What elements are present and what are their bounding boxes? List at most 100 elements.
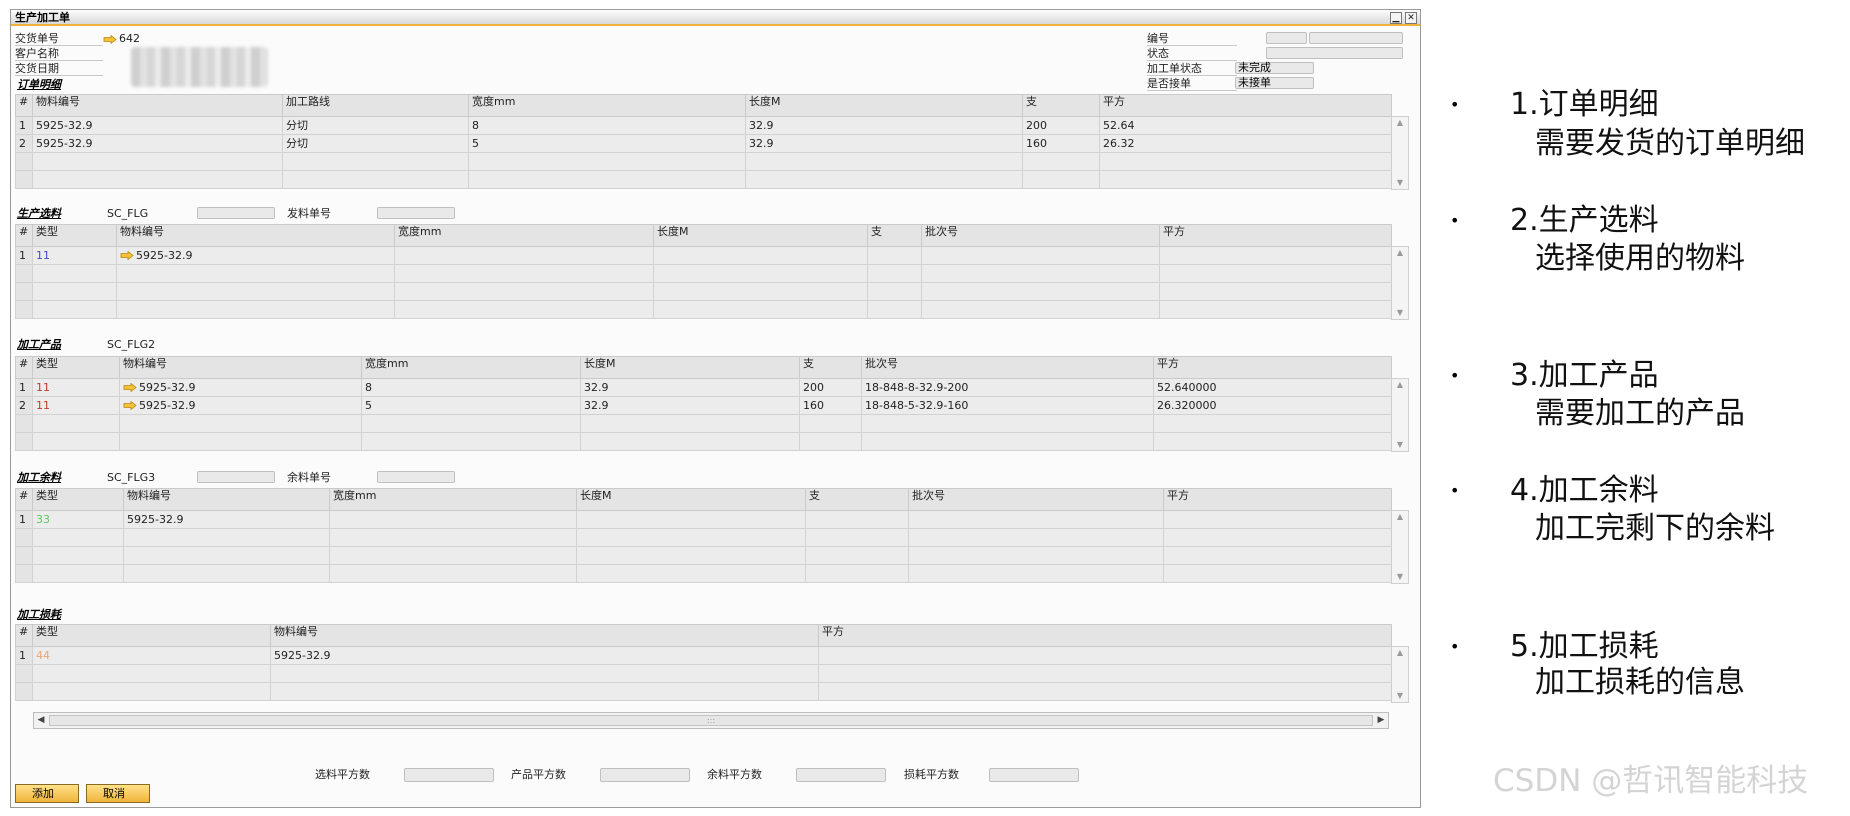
- process-status-field[interactable]: 未完成: [1235, 62, 1314, 74]
- table-row[interactable]: [15, 282, 1392, 301]
- column-header[interactable]: 物料编号: [119, 356, 362, 379]
- pieces-cell[interactable]: [867, 246, 922, 265]
- column-header[interactable]: 加工路线: [282, 94, 469, 117]
- width-cell[interactable]: 5: [468, 134, 746, 153]
- length-cell[interactable]: 32.9: [580, 396, 800, 415]
- column-header[interactable]: 物料编号: [116, 224, 395, 247]
- material-select-table[interactable]: # 类型 物料编号 宽度mm 长度M 支 批次号 平方 1 11 5925-32…: [15, 224, 1392, 319]
- sqm-cell[interactable]: 26.320000: [1153, 396, 1392, 415]
- material-code-cell[interactable]: 5925-32.9: [32, 134, 283, 153]
- column-header[interactable]: 批次号: [908, 488, 1164, 511]
- column-header[interactable]: 长度M: [576, 488, 806, 511]
- material-code-cell[interactable]: 5925-32.9: [119, 378, 362, 397]
- horizontal-scrollbar[interactable]: ◀ ::: ▶: [33, 712, 1389, 729]
- product-sqm-field[interactable]: [600, 768, 690, 782]
- length-cell[interactable]: 32.9: [745, 134, 1023, 153]
- pieces-cell[interactable]: [805, 510, 909, 529]
- pieces-cell[interactable]: 200: [1022, 116, 1100, 135]
- table-row[interactable]: [15, 432, 1392, 451]
- column-header[interactable]: #: [15, 488, 33, 511]
- table-row[interactable]: [15, 564, 1392, 583]
- table-row[interactable]: 1 11 5925-32.9 8 32.9 200 18-848-8-32.9-…: [15, 378, 1392, 397]
- column-header[interactable]: 宽度mm: [329, 488, 577, 511]
- minimize-icon[interactable]: ▁: [1390, 12, 1402, 24]
- table-row[interactable]: [15, 546, 1392, 565]
- column-header[interactable]: 支: [867, 224, 922, 247]
- table-row[interactable]: [15, 528, 1392, 547]
- width-cell[interactable]: 8: [468, 116, 746, 135]
- scroll-right-icon[interactable]: ▶: [1374, 713, 1388, 728]
- column-header[interactable]: #: [15, 624, 33, 647]
- table-row[interactable]: 1 33 5925-32.9: [15, 510, 1392, 529]
- link-arrow-icon[interactable]: [123, 401, 137, 410]
- link-arrow-icon[interactable]: [123, 383, 137, 392]
- column-header[interactable]: 宽度mm: [361, 356, 581, 379]
- table-row[interactable]: [15, 152, 1392, 171]
- width-cell[interactable]: [394, 246, 654, 265]
- column-header[interactable]: 物料编号: [270, 624, 819, 647]
- scroll-left-icon[interactable]: ◀: [34, 713, 48, 728]
- material-code-cell[interactable]: 5925-32.9: [270, 646, 819, 665]
- process-remainder-table[interactable]: # 类型 物料编号 宽度mm 长度M 支 批次号 平方 1 33 5925-32…: [15, 488, 1392, 583]
- column-header[interactable]: 类型: [32, 624, 271, 647]
- column-header[interactable]: 类型: [32, 224, 117, 247]
- vertical-scrollbar[interactable]: ▲ ▼: [1391, 510, 1409, 584]
- batch-cell[interactable]: [921, 246, 1160, 265]
- length-cell[interactable]: 32.9: [745, 116, 1023, 135]
- select-sqm-field[interactable]: [404, 768, 494, 782]
- column-header[interactable]: 批次号: [921, 224, 1160, 247]
- column-header[interactable]: 批次号: [861, 356, 1154, 379]
- status-field[interactable]: [1266, 47, 1403, 59]
- column-header[interactable]: 支: [799, 356, 862, 379]
- link-arrow-icon[interactable]: [120, 251, 134, 260]
- batch-cell[interactable]: [908, 510, 1164, 529]
- sqm-cell[interactable]: [1159, 246, 1392, 265]
- material-code-cell[interactable]: 5925-32.9: [123, 510, 330, 529]
- length-cell[interactable]: [576, 510, 806, 529]
- material-code-cell[interactable]: 5925-32.9: [32, 116, 283, 135]
- material-code-cell[interactable]: 5925-32.9: [116, 246, 395, 265]
- table-row[interactable]: 1 11 5925-32.9: [15, 246, 1392, 265]
- close-icon[interactable]: ✕: [1405, 12, 1417, 24]
- add-button[interactable]: 添加: [15, 784, 79, 803]
- order-detail-table[interactable]: # 物料编号 加工路线 宽度mm 长度M 支 平方 1 5925-32.9 分切…: [15, 94, 1392, 189]
- table-row[interactable]: [15, 664, 1392, 683]
- column-header[interactable]: 物料编号: [32, 94, 283, 117]
- table-row[interactable]: [15, 300, 1392, 319]
- material-code-cell[interactable]: 5925-32.9: [119, 396, 362, 415]
- vertical-scrollbar[interactable]: ▲ ▼: [1391, 378, 1409, 452]
- column-header[interactable]: 支: [805, 488, 909, 511]
- scroll-thumb[interactable]: :::: [49, 715, 1373, 726]
- table-row[interactable]: [15, 682, 1392, 701]
- code-field[interactable]: [1309, 32, 1403, 44]
- length-cell[interactable]: [653, 246, 868, 265]
- table-row[interactable]: 2 11 5925-32.9 5 32.9 160 18-848-5-32.9-…: [15, 396, 1392, 415]
- column-header[interactable]: 平方: [818, 624, 1392, 647]
- column-header[interactable]: #: [15, 356, 33, 379]
- sqm-cell[interactable]: [1163, 510, 1392, 529]
- process-loss-table[interactable]: # 类型 物料编号 平方 1 44 5925-32.9: [15, 624, 1392, 701]
- sqm-cell[interactable]: 52.64: [1099, 116, 1392, 135]
- column-header[interactable]: 宽度mm: [394, 224, 654, 247]
- column-header[interactable]: 平方: [1099, 94, 1392, 117]
- remainder-no-field[interactable]: [377, 471, 455, 483]
- column-header[interactable]: 长度M: [653, 224, 868, 247]
- column-header[interactable]: 类型: [32, 488, 124, 511]
- remainder-sqm-field[interactable]: [796, 768, 886, 782]
- type-cell[interactable]: 44: [32, 646, 271, 665]
- column-header[interactable]: 物料编号: [123, 488, 330, 511]
- column-header[interactable]: 平方: [1159, 224, 1392, 247]
- table-row[interactable]: [15, 264, 1392, 283]
- column-header[interactable]: 长度M: [580, 356, 800, 379]
- length-cell[interactable]: 32.9: [580, 378, 800, 397]
- table-row[interactable]: 1 5925-32.9 分切 8 32.9 200 52.64: [15, 116, 1392, 135]
- pieces-cell[interactable]: 160: [1022, 134, 1100, 153]
- vertical-scrollbar[interactable]: ▲ ▼: [1391, 116, 1409, 190]
- delivery-no-field[interactable]: 642: [103, 32, 140, 45]
- cancel-button[interactable]: 取消: [86, 784, 150, 803]
- column-header[interactable]: #: [15, 94, 33, 117]
- column-header[interactable]: #: [15, 224, 33, 247]
- process-product-table[interactable]: # 类型 物料编号 宽度mm 长度M 支 批次号 平方 1 11 5925-32…: [15, 356, 1392, 451]
- issue-no-field[interactable]: [377, 207, 455, 219]
- sqm-cell[interactable]: 26.32: [1099, 134, 1392, 153]
